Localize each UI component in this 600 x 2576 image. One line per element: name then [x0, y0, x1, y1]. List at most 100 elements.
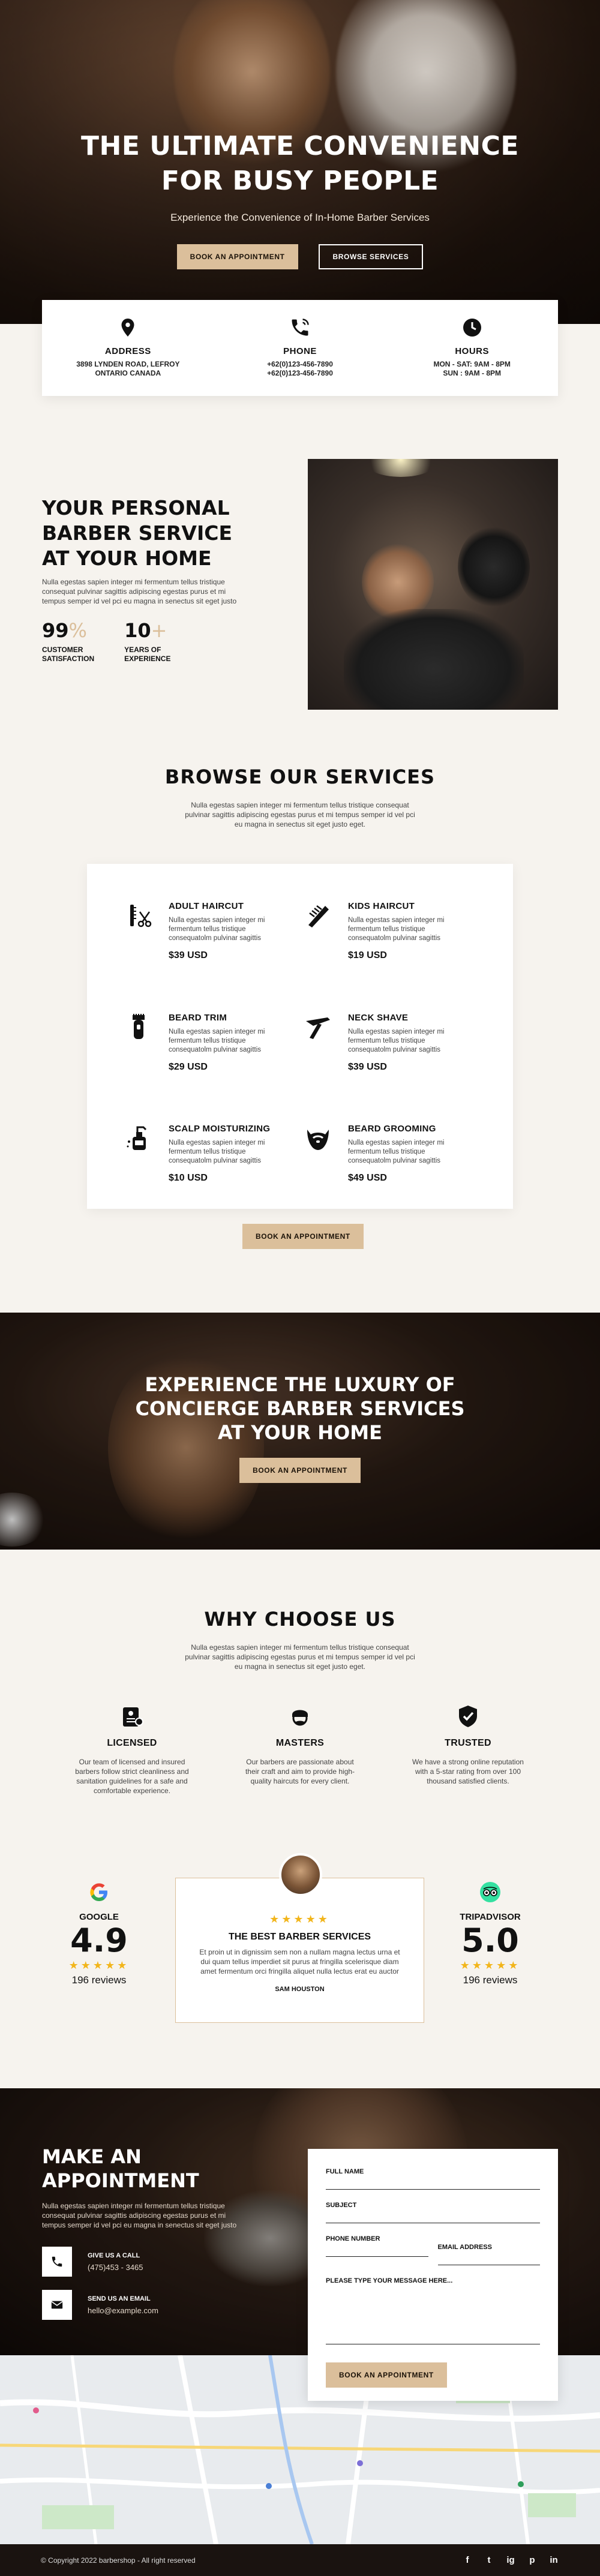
service-price: $39 USD [348, 1061, 387, 1072]
tripadvisor-review-count[interactable]: 196 reviews [451, 1974, 529, 1986]
social-links: f t ig p in [462, 2555, 559, 2565]
contact-hours-line1: MON - SAT: 9AM - 8PM [433, 360, 511, 368]
google-rating: GOOGLE 4.9 ★★★★★ 196 reviews [60, 1881, 138, 1986]
services-book-appointment-button[interactable]: BOOK AN APPOINTMENT [242, 1224, 364, 1249]
contact-hours-line2: SUN : 9AM - 8PM [443, 369, 502, 377]
barber-masters-icon [292, 1710, 308, 1726]
service-beard-grooming[interactable]: BEARD GROOMING Nulla egestas sapien inte… [304, 1124, 471, 1209]
service-scalp-moisturizing[interactable]: SCALP MOISTURIZING Nulla egestas sapien … [124, 1124, 292, 1209]
google-score: 4.9 [70, 1922, 128, 1959]
appointment-form: FULL NAME SUBJECT PHONE NUMBER EMAIL ADD… [308, 2149, 558, 2401]
stat-satisfaction-label1: CUSTOMER [42, 645, 83, 654]
service-name: KIDS HAIRCUT [348, 901, 415, 911]
browse-services-button[interactable]: BROWSE SERVICES [318, 244, 424, 269]
about-photo-lamp [362, 459, 440, 477]
hero-title-line1: THE ULTIMATE CONVENIENCE [81, 131, 519, 161]
phone-field[interactable]: PHONE NUMBER [326, 2232, 428, 2257]
service-price: $29 USD [169, 1061, 208, 1072]
service-desc: Nulla egestas sapien integer mi fermentu… [348, 1139, 445, 1165]
call-block[interactable]: GIVE US A CALL (475)453 - 3465 [42, 2247, 246, 2277]
stat-satisfaction-value: 99% [42, 619, 94, 642]
why-item-desc: Our team of licensed and insured barbers… [75, 1758, 189, 1795]
clock-icon [463, 319, 481, 337]
hero-title-line2: FOR BUSY PEOPLE [161, 166, 439, 196]
service-desc: Nulla egestas sapien integer mi fermentu… [348, 1028, 445, 1053]
stat-experience-label2: EXPERIENCE [124, 654, 171, 663]
about-stats: 99% CUSTOMER SATISFACTION 10+ YEARS OF E… [42, 619, 170, 663]
facebook-icon[interactable]: f [462, 2555, 473, 2565]
luxury-title-line2: CONCIERGE BARBER SERVICES [135, 1397, 465, 1420]
email-label: SEND US AN EMAIL [88, 2295, 151, 2302]
book-appointment-button[interactable]: BOOK AN APPOINTMENT [176, 244, 298, 269]
appointment-title-line1: MAKE AN [42, 2145, 142, 2168]
subject-field[interactable]: SUBJECT [326, 2198, 540, 2223]
service-beard-trim-info: BEARD TRIM Nulla egestas sapien integer … [169, 1013, 277, 1098]
why-masters: MASTERS Our barbers are passionate about… [216, 1704, 384, 1796]
why-item-name: MASTERS [275, 1738, 325, 1748]
about-photo-cape [344, 609, 524, 710]
about-text: Nulla egestas sapien integer mi fermentu… [42, 578, 237, 605]
service-adult-haircut-info: ADULT HAIRCUT Nulla egestas sapien integ… [169, 901, 277, 986]
service-desc: Nulla egestas sapien integer mi fermentu… [169, 1028, 265, 1053]
service-name: BEARD TRIM [169, 1012, 227, 1023]
location-pin-icon [121, 319, 134, 337]
tripadvisor-score: 5.0 [461, 1922, 519, 1959]
about-photo [308, 459, 558, 710]
service-adult-haircut[interactable]: ADULT HAIRCUT Nulla egestas sapien integ… [124, 901, 292, 986]
call-value[interactable]: (475)453 - 3465 [88, 2263, 143, 2272]
email-icon-box [42, 2290, 72, 2320]
appointment-title: MAKE AN APPOINTMENT [42, 2145, 246, 2193]
stat-satisfaction: 99% CUSTOMER SATISFACTION [42, 619, 94, 663]
email-field[interactable]: EMAIL ADDRESS [437, 2240, 540, 2265]
stat-experience-number: 10 [124, 619, 151, 642]
instagram-icon[interactable]: ig [505, 2555, 516, 2565]
stat-experience: 10+ YEARS OF EXPERIENCE [124, 619, 170, 663]
why-header: WHY CHOOSE US Nulla egestas sapien integ… [0, 1608, 600, 1671]
service-beard-trim[interactable]: BEARD TRIM Nulla egestas sapien integer … [124, 1013, 292, 1098]
full-name-field[interactable]: FULL NAME [326, 2164, 540, 2190]
google-review-count[interactable]: 196 reviews [60, 1974, 138, 1986]
luxury-book-appointment-button[interactable]: BOOK AN APPOINTMENT [239, 1458, 361, 1483]
why-text: Nulla egestas sapien integer mi fermentu… [185, 1643, 415, 1671]
linkedin-icon[interactable]: in [548, 2555, 559, 2565]
email-value[interactable]: hello@example.com [88, 2306, 158, 2315]
stat-satisfaction-label2: SATISFACTION [42, 654, 95, 663]
shield-check-icon [459, 1706, 477, 1727]
contact-phone-line1[interactable]: +62(0)123-456-7890 [214, 360, 386, 369]
service-name: NECK SHAVE [348, 1012, 409, 1023]
service-name: SCALP MOISTURIZING [169, 1124, 271, 1134]
contact-hours-title: HOURS [455, 346, 490, 356]
message-field[interactable]: PLEASE TYPE YOUR MESSAGE HERE... [326, 2274, 540, 2344]
luxury-btn-wrap: BOOK AN APPOINTMENT [0, 1458, 600, 1483]
email-block[interactable]: SEND US AN EMAIL hello@example.com [42, 2290, 246, 2320]
why-columns: LICENSED Our team of licensed and insure… [48, 1704, 552, 1796]
phone-icon [52, 2256, 62, 2267]
pinterest-icon[interactable]: p [527, 2555, 538, 2565]
why-trusted: TRUSTED We have a strong online reputati… [384, 1704, 552, 1796]
trimmer-icon [133, 1013, 145, 1039]
stat-experience-suffix: + [151, 619, 167, 642]
contact-info-card: ADDRESS 3898 LYNDEN ROAD, LEFROY ONTARIO… [42, 300, 558, 396]
stat-experience-label1: YEARS OF [124, 645, 161, 654]
submit-appointment-button[interactable]: BOOK AN APPOINTMENT [326, 2362, 447, 2388]
twitter-icon[interactable]: t [484, 2555, 494, 2565]
phone-icon [292, 319, 309, 336]
luxury-content: EXPERIENCE THE LUXURY OF CONCIERGE BARBE… [0, 1373, 600, 1483]
hero-section: THE ULTIMATE CONVENIENCE FOR BUSY PEOPLE… [0, 0, 600, 324]
service-neck-shave[interactable]: NECK SHAVE Nulla egestas sapien integer … [304, 1013, 471, 1098]
about-title-line1: YOUR PERSONAL [42, 496, 230, 520]
contact-address-line1: 3898 LYNDEN ROAD, LEFROY [76, 360, 180, 368]
tripadvisor-rating: TRIPADVISOR 5.0 ★★★★★ 196 reviews [451, 1881, 529, 1986]
lotion-bottle-icon [127, 1126, 147, 1151]
testimonial-text: Et proin ut in dignissim sem non a nulla… [199, 1948, 400, 1975]
about-title: YOUR PERSONAL BARBER SERVICE AT YOUR HOM… [42, 496, 232, 571]
about-title-line3: AT YOUR HOME [42, 547, 212, 570]
contact-phone-line2[interactable]: +62(0)123-456-7890 [214, 369, 386, 378]
razor-comb-icon [130, 905, 152, 927]
service-kids-haircut[interactable]: KIDS HAIRCUT Nulla egestas sapien intege… [304, 901, 471, 986]
testimonial-author: SAM HOUSTON [275, 1986, 325, 1993]
email-text: SEND US AN EMAIL hello@example.com [88, 2295, 158, 2315]
service-desc: Nulla egestas sapien integer mi fermentu… [169, 1139, 265, 1165]
tripadvisor-icon [480, 1882, 500, 1902]
stat-satisfaction-number: 99 [42, 619, 69, 642]
